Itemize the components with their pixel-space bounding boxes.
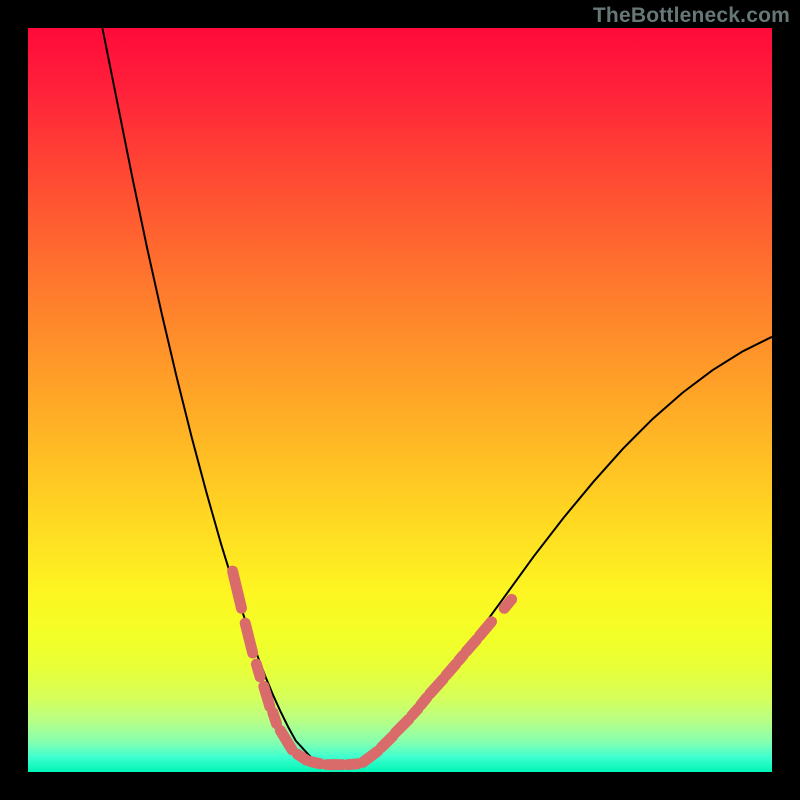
dash-segment [446, 664, 456, 675]
curve-svg [28, 28, 772, 772]
dash-segment [264, 686, 270, 706]
plot-area [28, 28, 772, 772]
dash-segment [480, 622, 492, 636]
dash-segment [412, 709, 418, 716]
dash-segment [459, 655, 463, 660]
dash-segment [363, 751, 378, 762]
dash-segment [280, 730, 292, 749]
dash-segment [396, 719, 409, 732]
dash-segment [273, 713, 277, 724]
dash-segment [311, 762, 321, 764]
dash-segment [245, 623, 253, 653]
dash-segment [381, 736, 392, 747]
watermark-text: TheBottleneck.com [593, 4, 790, 28]
dash-segment [297, 754, 306, 760]
bottleneck-curve [102, 28, 772, 765]
dash-segment [233, 571, 242, 608]
dash-segment [421, 698, 427, 705]
chart-frame: TheBottleneck.com [0, 0, 800, 800]
dash-segment [466, 640, 476, 652]
dash-segment [430, 679, 443, 694]
dash-segment [348, 764, 358, 765]
dash-segment [256, 664, 260, 677]
dash-segment [504, 599, 511, 608]
dash-overlay [233, 571, 512, 765]
